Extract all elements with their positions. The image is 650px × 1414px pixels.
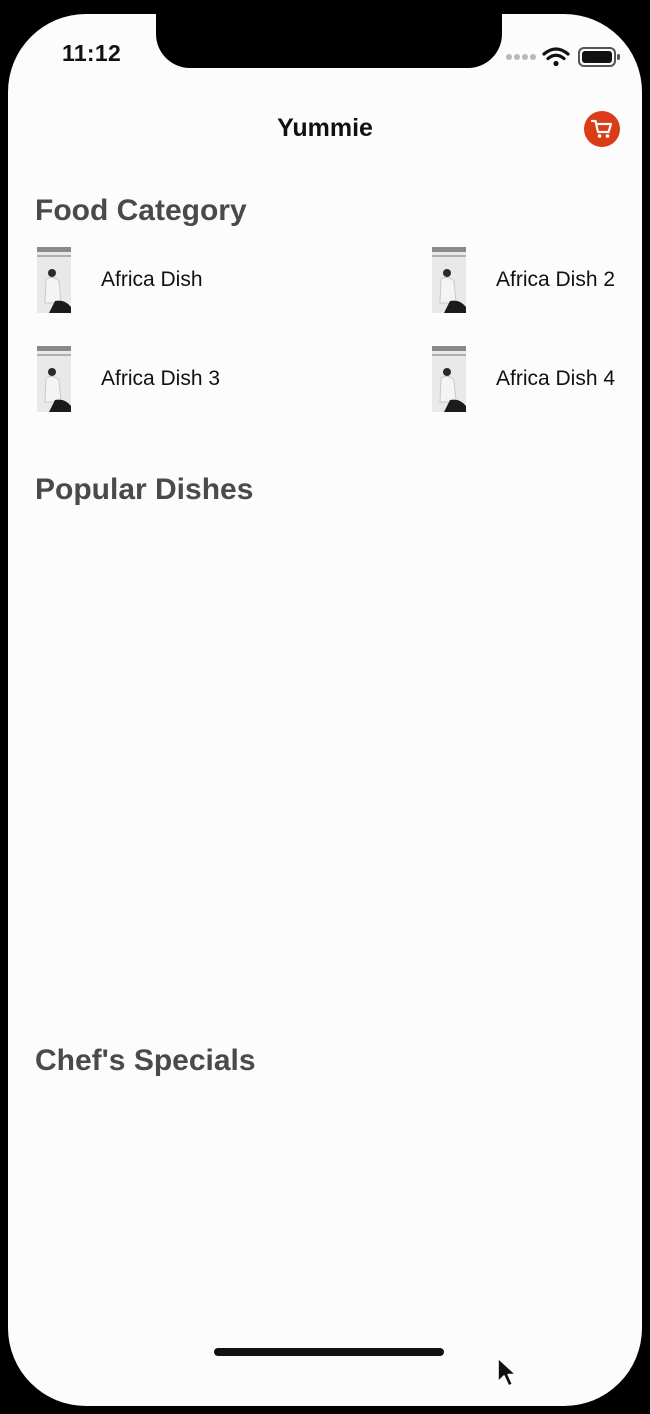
section-title-food-category: Food Category (35, 194, 247, 227)
category-label: Africa Dish 4 (496, 367, 616, 390)
category-thumbnail (432, 346, 466, 412)
category-label: Africa Dish 3 (101, 367, 221, 390)
battery-icon (578, 47, 620, 67)
cart-icon (591, 119, 613, 138)
app-screen: 11:12 Yummie Food Category Africa Dish A… (8, 14, 642, 1406)
category-item[interactable]: Africa Dish 2 (432, 247, 615, 313)
category-thumbnail (37, 247, 71, 313)
category-item[interactable]: Africa Dish (37, 247, 203, 313)
phone-frame: 11:12 Yummie Food Category Africa Dish A… (0, 0, 650, 1414)
category-thumbnail (37, 346, 71, 412)
category-item[interactable]: Africa Dish 4 (432, 346, 615, 412)
device-notch (156, 14, 502, 68)
signal-dots-icon (506, 54, 536, 60)
category-label: Africa Dish (101, 268, 203, 291)
category-label: Africa Dish 2 (496, 268, 616, 291)
nav-title: Yummie (277, 114, 373, 142)
wifi-icon (542, 47, 570, 67)
category-thumbnail (432, 247, 466, 313)
category-item[interactable]: Africa Dish 3 (37, 346, 220, 412)
status-icons (504, 44, 624, 70)
home-indicator[interactable] (214, 1348, 444, 1356)
mouse-pointer-icon (496, 1356, 520, 1390)
section-title-chefs-specials: Chef's Specials (35, 1044, 256, 1077)
cart-button[interactable] (584, 111, 620, 147)
status-time: 11:12 (62, 40, 122, 66)
section-title-popular-dishes: Popular Dishes (35, 473, 254, 506)
